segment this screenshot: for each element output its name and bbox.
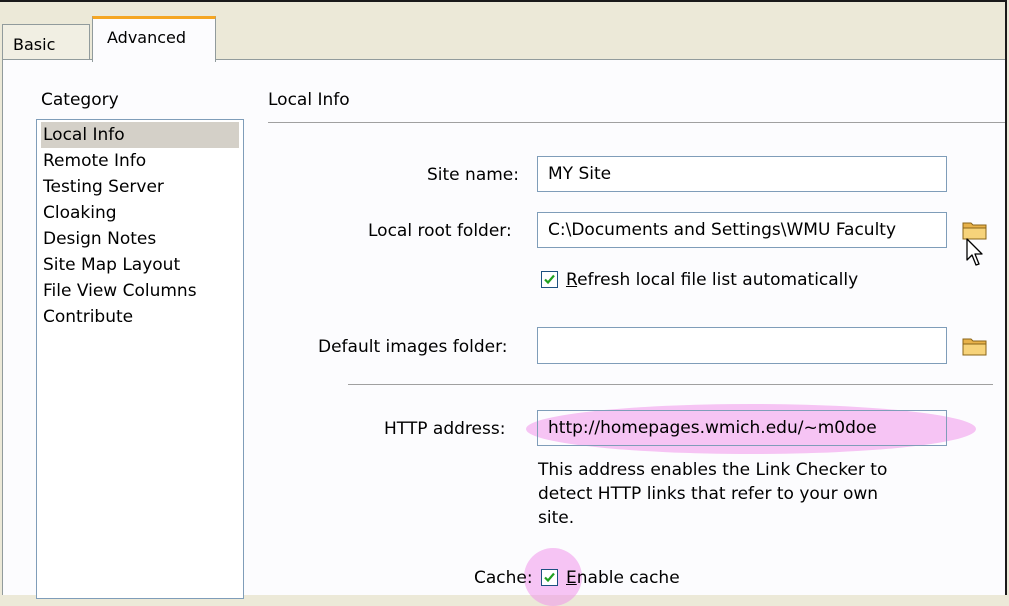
refresh-checkbox[interactable] xyxy=(541,271,558,288)
tab-bar: Basic Advanced xyxy=(0,2,1005,62)
section-divider xyxy=(268,122,1005,123)
category-item-contribute[interactable]: Contribute xyxy=(41,304,239,330)
cache-label: Cache: xyxy=(474,568,533,588)
category-item-local-info[interactable]: Local Info xyxy=(41,122,239,148)
category-heading: Category xyxy=(41,90,119,110)
checkmark-icon xyxy=(544,572,555,583)
refresh-label-text: efresh local file list automatically xyxy=(577,270,859,290)
default-images-folder-label: Default images folder: xyxy=(318,337,508,357)
enable-cache-accesskey: E xyxy=(566,568,577,588)
form-divider xyxy=(348,384,993,385)
category-item-testing-server[interactable]: Testing Server xyxy=(41,174,239,200)
http-info-line: This address enables the Link Checker to xyxy=(538,460,888,480)
enable-cache-label[interactable]: Enable cache xyxy=(566,568,680,588)
category-item-cloaking[interactable]: Cloaking xyxy=(41,200,239,226)
category-item-design-notes[interactable]: Design Notes xyxy=(41,226,239,252)
tab-basic-label: Basic xyxy=(13,35,56,54)
enable-cache-checkbox[interactable] xyxy=(541,569,558,586)
site-name-input[interactable]: MY Site xyxy=(537,156,947,192)
http-info-line: site. xyxy=(538,508,575,528)
folder-icon[interactable] xyxy=(962,335,988,357)
http-address-input[interactable]: http://homepages.wmich.edu/~m0doe xyxy=(537,410,947,446)
enable-cache-text: nable cache xyxy=(576,568,680,588)
http-info-line: detect HTTP links that refer to your own xyxy=(538,484,879,504)
tab-advanced-label: Advanced xyxy=(107,28,187,47)
category-item-file-view-columns[interactable]: File View Columns xyxy=(41,278,239,304)
local-root-folder-input[interactable]: C:\Documents and Settings\WMU Faculty xyxy=(537,212,947,248)
default-images-folder-input[interactable] xyxy=(537,327,947,364)
http-info-text: This address enables the Link Checker to… xyxy=(538,458,887,530)
tab-basic[interactable]: Basic xyxy=(2,24,90,60)
category-item-site-map-layout[interactable]: Site Map Layout xyxy=(41,252,239,278)
site-name-label: Site name: xyxy=(427,165,519,185)
section-title: Local Info xyxy=(268,90,350,110)
category-list[interactable]: Local Info Remote Info Testing Server Cl… xyxy=(36,119,244,599)
category-item-remote-info[interactable]: Remote Info xyxy=(41,148,239,174)
tab-advanced[interactable]: Advanced xyxy=(92,16,216,62)
refresh-label-accesskey: R xyxy=(566,270,578,290)
refresh-label[interactable]: Refresh local file list automatically xyxy=(566,270,858,290)
local-root-folder-label: Local root folder: xyxy=(368,221,512,241)
mouse-pointer-icon xyxy=(966,238,983,266)
http-address-label: HTTP address: xyxy=(384,419,506,439)
checkmark-icon xyxy=(544,274,555,285)
